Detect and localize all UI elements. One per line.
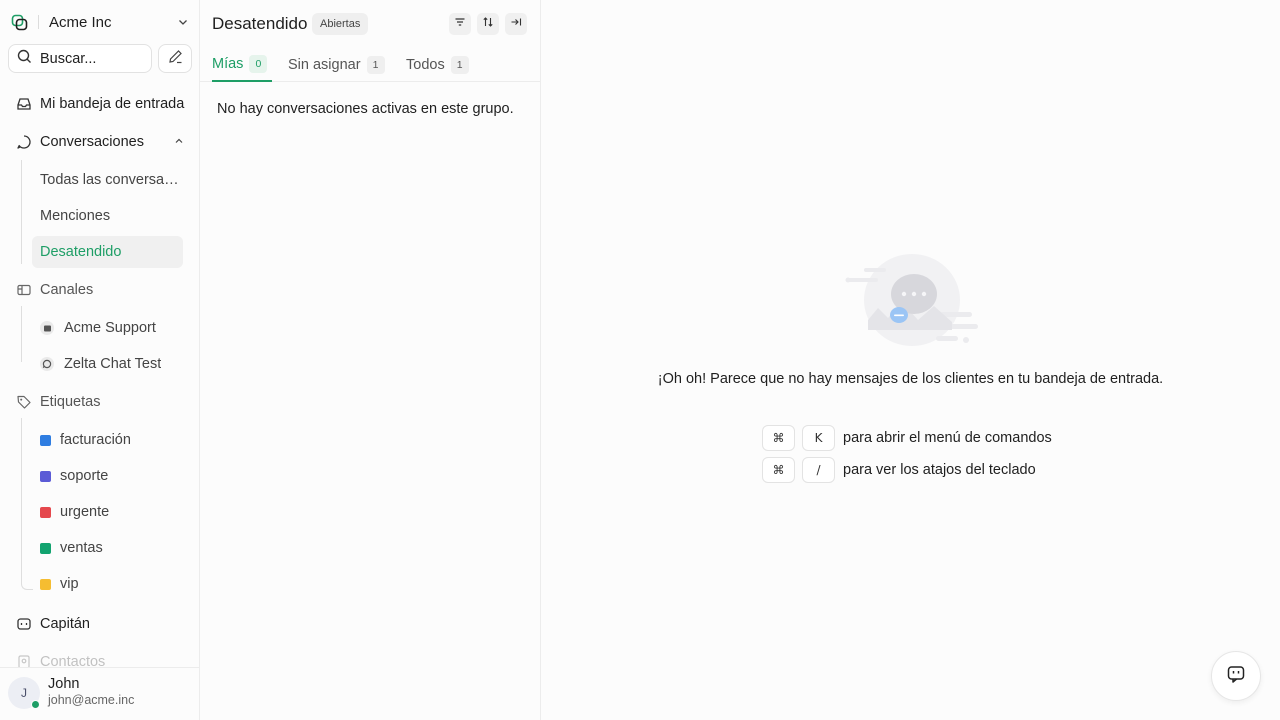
nav-labels-label: Etiquetas [40,394,101,410]
shortcut-keyboard-help: ⌘ / para ver los atajos del teclado [762,457,1036,483]
tag-icon [16,394,32,410]
page-title: Desatendido [212,14,308,33]
label-name: facturación [60,432,131,448]
label-name: soporte [60,468,109,484]
tab-all[interactable]: Todos 1 [406,48,469,82]
label-item[interactable]: vip [32,568,183,600]
channel-name: Acme Support [64,320,156,336]
user-menu[interactable]: J John john@acme.inc [0,667,199,720]
keyboard-key: K [802,425,835,451]
label-color-swatch [40,578,51,590]
shortcut-description: para ver los atajos del teclado [843,462,1036,478]
user-email: john@acme.inc [48,693,135,707]
chevron-up-icon [174,134,184,150]
empty-list-message: No hay conversaciones activas en este gr… [217,101,514,117]
keyboard-key: ⌘ [762,425,795,451]
label-item[interactable]: urgente [32,496,183,528]
tab-mine[interactable]: Mías 0 [212,48,272,82]
inbox-icon [16,96,32,112]
app-logo-icon [10,13,28,31]
shortcut-description: para abrir el menú de comandos [843,430,1052,446]
tab-label: Sin asignar [288,57,361,73]
keyboard-key: ⌘ [762,457,795,483]
label-color-swatch [40,470,51,482]
conversation-empty-state: ¡Oh oh! Parece que no hay mensajes de lo… [541,0,1280,720]
nav-labels[interactable]: Etiquetas [8,386,192,418]
assignee-tabs: Mías 0 Sin asignar 1 Todos 1 [200,48,540,82]
label-item[interactable]: facturación [32,424,183,456]
nav-all-conversations-label: Todas las conversaciones [40,172,183,188]
bot-icon [16,616,32,632]
shortcut-command-menu: ⌘ K para abrir el menú de comandos [762,425,1052,451]
channel-item[interactable]: Zelta Chat Test [32,348,183,380]
pencil-icon [168,49,183,69]
account-name: Acme Inc [49,13,112,31]
account-switcher[interactable]: Acme Inc [10,10,190,34]
compose-button[interactable] [158,44,192,73]
tab-count-badge: 0 [249,55,268,73]
divider [38,15,39,29]
status-filter-badge[interactable]: Abiertas [312,13,369,35]
tab-count-badge: 1 [450,56,469,74]
label-name: urgente [60,504,110,520]
support-chat-button[interactable] [1211,651,1261,701]
channel-name: Zelta Chat Test [64,356,162,372]
sidebar: Acme Inc Mi bandeja de entrada Conversac… [0,0,200,720]
label-item[interactable]: ventas [32,532,183,564]
chat-widget-icon [1226,664,1246,689]
label-color-swatch [40,542,51,554]
channels-icon [16,282,32,298]
label-color-swatch [40,506,51,518]
nav-channels[interactable]: Canales [8,274,192,306]
arrow-right-to-line-icon [510,15,522,33]
label-item[interactable]: soporte [32,460,183,492]
whatsapp-icon [40,357,54,371]
nav-inbox[interactable]: Mi bandeja de entrada [8,88,192,120]
tree-line [21,306,22,362]
label-name: ventas [60,540,103,556]
tree-line [21,418,22,580]
nav-mentions-label: Menciones [40,208,111,224]
tab-count-badge: 1 [366,56,385,74]
keyboard-key: / [802,457,835,483]
globe-icon [40,321,54,335]
nav-inbox-label: Mi bandeja de entrada [40,96,185,112]
nav-captain-label: Capitán [40,616,90,632]
sort-button[interactable] [477,13,499,35]
nav-all-conversations[interactable]: Todas las conversaciones [32,164,183,196]
tab-label: Mías [212,56,244,72]
nav-unattended-label: Desatendido [40,244,122,260]
tree-line [21,160,22,264]
empty-inbox-illustration [844,250,980,358]
user-name: John [48,676,80,692]
conversation-list-panel: Desatendido Abiertas Mías 0 Sin asignar … [200,0,541,720]
nav-unattended[interactable]: Desatendido [32,236,183,268]
filter-icon [454,15,466,33]
nav-mentions[interactable]: Menciones [32,200,183,232]
nav-captain[interactable]: Capitán [8,608,192,640]
sort-icon [482,15,494,33]
label-color-swatch [40,434,51,446]
empty-state-message: ¡Oh oh! Parece que no hay mensajes de lo… [657,371,1164,387]
nav-conversations-label: Conversaciones [40,134,144,150]
online-status-indicator [31,700,40,709]
search-box [8,44,152,73]
channel-item[interactable]: Acme Support [32,312,183,344]
chevron-down-icon [176,15,190,29]
search-input[interactable] [40,50,140,67]
nav-channels-label: Canales [40,282,94,298]
nav-conversations[interactable]: Conversaciones [8,126,192,158]
filter-button[interactable] [449,13,471,35]
tab-label: Todos [406,57,445,73]
chat-bubble-icon [16,134,32,150]
search-icon [17,49,32,69]
label-name: vip [60,576,79,592]
tab-unassigned[interactable]: Sin asignar 1 [288,48,385,82]
collapse-panel-button[interactable] [505,13,527,35]
